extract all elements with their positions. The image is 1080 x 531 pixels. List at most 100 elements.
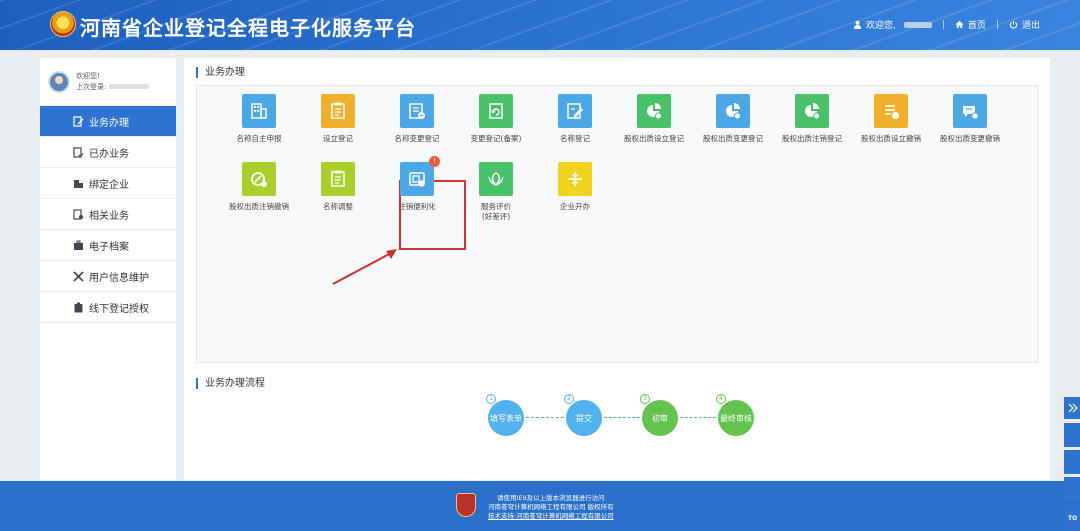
flow-connector [680,417,716,418]
service-tile-2[interactable]: 设立登记 [298,94,378,144]
welcome-text: 欢迎您, [866,21,896,31]
sidebar-item-5[interactable]: 电子档案 [40,230,176,261]
sidebar-item-2[interactable]: 已办业务 [40,137,176,168]
sidebar-item-4[interactable]: 相关业务 [40,199,176,230]
sidebar-item-7[interactable]: 线下登记授权 [40,292,176,323]
service-tile-12[interactable]: 名称调整 [298,162,378,212]
pie-chart-icon [637,94,671,128]
list-cancel-icon [874,94,908,128]
flow-step-3: 3 初审 [640,394,678,436]
tile-label: 设立登记 [323,134,353,143]
service-tile-4[interactable]: 变更登记(备案) [456,94,536,144]
footer-line2: 河南苍穹计算机网络工程有限公司 版权所有 [488,503,614,511]
step-label: 提交 [576,413,592,423]
red-arrow-annotation [332,249,397,285]
footer-text: 请使用IE9及以上版本浏览器进行访问 河南苍穹计算机网络工程有限公司 版权所有 … [488,494,614,521]
service-tile-10[interactable]: 股权出质变更撤销 [930,94,1010,144]
sidebar-item-label: 绑定企业 [89,179,129,191]
nav-divider: | [995,19,999,30]
sidebar-item-label: 电子档案 [89,241,129,253]
sidebar-item-label: 相关业务 [89,210,129,222]
national-emblem-icon [50,11,76,37]
process-flow: 1 填写表单 2 提交 3 初审 4 最终审核 [484,394,774,440]
refresh-doc-icon [479,94,513,128]
footer-line1: 请使用IE9及以上版本浏览器进行访问 [497,494,605,502]
sidebar-item-6[interactable]: 用户信息维护 [40,261,176,292]
pie-chart-icon [795,94,829,128]
sidebar-item-1[interactable]: 业务办理 [40,106,176,137]
service-tile-5[interactable]: 名称登记 [535,94,615,144]
circle-cancel-icon [242,162,276,196]
last-login-redacted [108,84,149,89]
username-redacted [903,21,932,28]
section-title-flow: 业务办理流程 [196,378,265,389]
form-icon [321,162,355,196]
building-icon [73,178,84,189]
sidebar-menu: 业务办理已办业务绑定企业相关业务电子档案用户信息维护 线下登记授权 [40,106,176,323]
service-tile-1[interactable]: 名称自主申报 [219,94,299,144]
user-welcome[interactable]: 欢迎您, [853,18,932,31]
user-icon [853,20,862,29]
footer: 请使用IE9及以上版本浏览器进行访问 河南苍穹计算机网络工程有限公司 版权所有 … [0,481,1080,531]
home-link[interactable]: 首页 [955,18,986,31]
logout-link[interactable]: 退出 [1009,18,1040,31]
service-tile-13[interactable]: ! 注销便利化 [377,156,457,212]
last-login-label: 上次登录: [76,82,107,91]
float-tab-3[interactable] [1064,477,1080,501]
tile-label: 名称自主申报 [236,134,282,143]
sidebar-item-label: 用户信息维护 [89,272,149,284]
flower-icon [479,162,513,196]
service-tile-15[interactable]: 企业开办 [535,162,615,212]
step-number: 4 [716,394,726,404]
sidebar-item-3[interactable]: 绑定企业 [40,168,176,199]
float-tab-1[interactable] [1064,423,1080,447]
top-nav: 欢迎您, | 首页 | 退出 [853,18,1040,31]
tile-label: 股权出质设立撤销 [861,134,921,143]
header-bar: 河南省企业登记全程电子化服务平台 欢迎您, | 首页 | 退出 [0,0,1080,50]
flow-step-4: 4 最终审核 [716,394,754,436]
last-login: 上次登录: [76,82,149,93]
tile-label: 服务评价 [481,202,511,211]
flow-connector [604,417,640,418]
logout-label: 退出 [1021,21,1040,31]
compress-icon [558,162,592,196]
service-tile-7[interactable]: 股权出质变更登记 [693,94,773,144]
tile-label: 股权出质变更撤销 [940,134,1000,143]
notification-badge: ! [429,156,440,167]
badge-icon [73,302,84,313]
tile-label: 变更登记(备案) [470,134,522,143]
user-info: 欢迎您! 上次登录: [76,71,149,93]
user-panel: 欢迎您! 上次登录: [40,58,176,106]
tile-label: 股权出质注销登记 [782,134,842,143]
tile-label: 名称登记 [560,134,590,143]
admin-emblem-icon [456,493,476,517]
service-tile-3[interactable]: 名称变更登记 [377,94,457,144]
service-tile-9[interactable]: 股权出质设立撤销 [851,94,931,144]
step-label: 填写表单 [490,413,522,423]
building-grid-icon [242,94,276,128]
flow-step-1: 1 填写表单 [486,394,524,436]
service-tile-6[interactable]: 股权出质设立登记 [614,94,694,144]
back-to-top-button[interactable]: TO [1064,505,1080,531]
service-tile-11[interactable]: 股权出质注销撤销 [219,162,299,212]
main-content: 业务办理 名称自主申报 设立登记 名称变更登记 变更登记(备案) 名称登记 股权出质设立登… [184,58,1050,480]
briefcase-icon [73,240,84,251]
footer-line3[interactable]: 技术支持:河南苍穹计算机网络工程有限公司 [488,512,614,521]
tile-label: 名称变更登记 [394,134,440,143]
welcome-label: 欢迎您! [76,71,100,80]
power-icon [1009,20,1018,29]
collapse-float-button[interactable] [1064,397,1080,419]
nav-divider: | [941,19,945,30]
float-tab-2[interactable] [1064,450,1080,474]
tile-label: 名称调整 [323,202,353,211]
sidebar-item-label: 已办业务 [89,148,129,160]
service-tile-14[interactable]: 服务评价 (好差评) [456,162,536,222]
tile-label-sub: (好差评) [481,212,511,221]
service-tile-8[interactable]: 股权出质注销登记 [772,94,852,144]
sidebar-item-label: 线下登记授权 [89,303,149,315]
cancel-convenience-icon: ! [400,156,440,196]
business-panel: 名称自主申报 设立登记 名称变更登记 变更登记(备案) 名称登记 股权出质设立登记 股权出质… [196,85,1038,363]
home-icon [955,20,964,29]
home-label: 首页 [967,21,986,31]
pie-chart-icon [716,94,750,128]
